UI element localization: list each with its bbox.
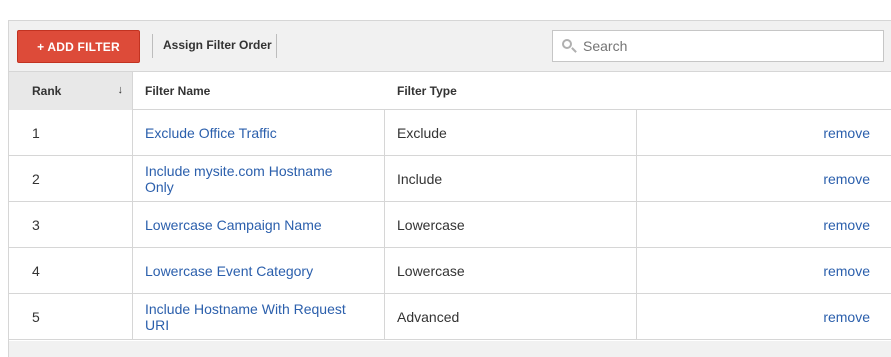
remove-link[interactable]: remove [637,202,891,247]
column-header-rank[interactable]: Rank ↓ [9,72,133,110]
add-filter-button[interactable]: + ADD FILTER [17,30,140,63]
table-header: Rank ↓ Filter Name Filter Type [9,72,891,110]
filter-name-link[interactable]: Include mysite.com Hostname Only [133,156,385,201]
column-header-filter-name: Filter Name [145,84,211,98]
table-row: 3 Lowercase Campaign Name Lowercase remo… [9,202,891,248]
column-header-actions [637,72,891,110]
remove-link[interactable]: remove [637,248,891,293]
page-top-margin [0,0,891,20]
table-footer [9,341,891,357]
filters-panel: + ADD FILTER Assign Filter Order Rank ↓ … [8,20,891,357]
filter-type-cell: Include [385,156,637,201]
table-row: 5 Include Hostname With Request URI Adva… [9,294,891,340]
filters-table: Rank ↓ Filter Name Filter Type 1 Exclude… [9,72,891,340]
rank-cell: 4 [9,248,133,293]
filter-name-link[interactable]: Exclude Office Traffic [133,110,385,155]
filter-name-link[interactable]: Include Hostname With Request URI [133,294,385,339]
filter-type-cell: Lowercase [385,202,637,247]
column-header-filter-type: Filter Type [397,84,457,98]
search-box[interactable] [552,30,884,62]
remove-link[interactable]: remove [637,156,891,201]
filter-name-link[interactable]: Lowercase Event Category [133,248,385,293]
table-row: 2 Include mysite.com Hostname Only Inclu… [9,156,891,202]
remove-link[interactable]: remove [637,110,891,155]
filter-type-cell: Advanced [385,294,637,339]
search-input[interactable] [583,38,873,54]
table-row: 4 Lowercase Event Category Lowercase rem… [9,248,891,294]
column-header-rank-label: Rank [32,84,62,98]
rank-cell: 1 [9,110,133,155]
toolbar: + ADD FILTER Assign Filter Order [9,21,891,72]
toolbar-divider [152,34,153,58]
table-row: 1 Exclude Office Traffic Exclude remove [9,110,891,156]
rank-cell: 5 [9,294,133,339]
filter-name-link[interactable]: Lowercase Campaign Name [133,202,385,247]
sort-down-arrow-icon: ↓ [117,84,124,96]
filter-type-cell: Exclude [385,110,637,155]
toolbar-divider [276,34,277,58]
rank-cell: 3 [9,202,133,247]
rank-cell: 2 [9,156,133,201]
search-icon [562,39,577,53]
filter-type-cell: Lowercase [385,248,637,293]
remove-link[interactable]: remove [637,294,891,339]
assign-filter-order-link[interactable]: Assign Filter Order [163,38,272,52]
